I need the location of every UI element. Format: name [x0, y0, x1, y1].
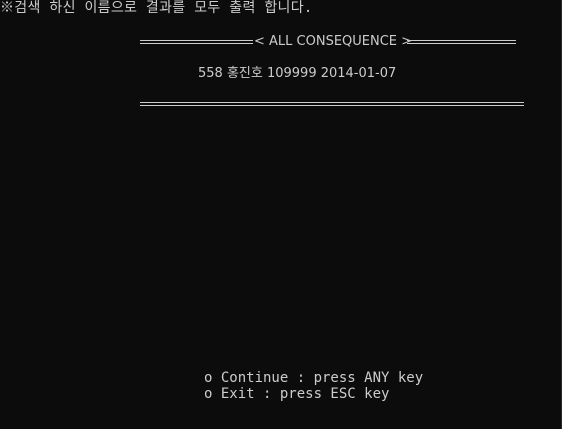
header-left-double-rule: [140, 40, 253, 44]
exit-instruction: o Exit : press ESC key: [204, 386, 390, 402]
search-result-message: ※검색 하신 이름으로 결과를 모두 출력 합니다.: [0, 0, 313, 16]
footer-double-rule: [140, 102, 524, 106]
result-row: 558 홍진호 109999 2014-01-07: [198, 66, 397, 81]
continue-instruction: o Continue : press ANY key: [204, 370, 424, 386]
header-right-double-rule: [407, 40, 516, 44]
header-title: < ALL CONSEQUENCE >: [254, 34, 413, 49]
console-window[interactable]: ※검색 하신 이름으로 결과를 모두 출력 합니다. < ALL CONSEQU…: [0, 0, 562, 429]
